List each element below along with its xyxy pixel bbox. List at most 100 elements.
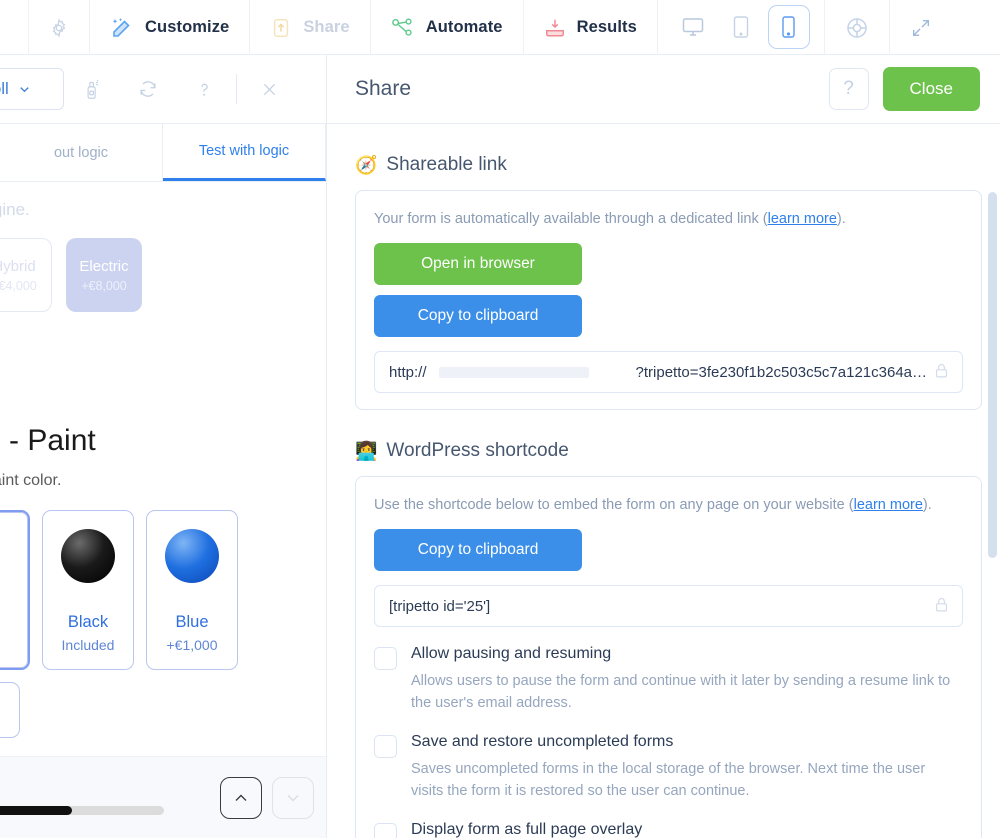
engine-options: Hybrid +€4,000 Electric +€8,000 (0, 238, 326, 312)
shareable-link-note-before: Your form is automatically available thr… (374, 211, 768, 227)
shareable-link-learn-more[interactable]: learn more (768, 211, 837, 227)
form-preview-panel: roll (0, 55, 326, 838)
black-swatch-icon (61, 529, 115, 583)
device-switcher (658, 0, 825, 54)
lock-icon (933, 362, 950, 383)
lifebuoy-icon (845, 16, 869, 40)
copy-shortcode-button[interactable]: Copy to clipboard (374, 529, 582, 571)
paint-option-partial[interactable] (0, 510, 30, 670)
shareable-link-card: Your form is automatically available thr… (355, 190, 982, 410)
magic-wand-icon (110, 16, 134, 40)
share-scrollbar-thumb[interactable] (988, 192, 997, 558)
paint-option-black-price: Included (61, 637, 115, 653)
option-full-page-overlay-text: Display form as full page overlay (411, 821, 642, 838)
engine-option-electric-label: Electric (79, 257, 129, 275)
toolbar-settings-button[interactable] (28, 0, 90, 55)
preview-refresh-button[interactable] (120, 68, 176, 110)
paint-option-extra[interactable] (0, 682, 20, 738)
toolbar-tab-automate[interactable]: Automate (371, 0, 524, 55)
engine-option-electric[interactable]: Electric +€8,000 (66, 238, 142, 312)
option-save-restore-desc: Saves uncompleted forms in the local sto… (411, 760, 926, 800)
preview-tabs: out logic Test with logic (0, 124, 326, 182)
toolbar-tab-share[interactable]: Share (250, 0, 371, 55)
chevron-up-icon (235, 794, 247, 801)
checkbox-allow-pausing[interactable] (374, 647, 397, 670)
app-root: Customize Share Automate Results ll out … (0, 0, 1000, 838)
engine-option-hybrid-price: +€4,000 (0, 278, 37, 293)
device-desktop-button[interactable] (672, 5, 714, 49)
paint-option-black-label: Black (67, 613, 109, 631)
wordpress-note-before: Use the shortcode below to embed the for… (374, 497, 854, 513)
wordpress-shortcode-note: Use the shortcode below to embed the for… (374, 497, 963, 513)
wordpress-shortcode-heading: 👩‍💻 WordPress shortcode (355, 440, 982, 462)
preview-prev-button[interactable] (220, 776, 262, 819)
wordpress-shortcode-heading-label: WordPress shortcode (386, 440, 569, 461)
shortcode-field[interactable]: [tripetto id='25'] (374, 585, 963, 627)
preview-tab-without-logic[interactable]: out logic (0, 124, 163, 181)
preview-question-title: 3 - Paint (0, 424, 96, 457)
preview-mode-label: roll (0, 79, 9, 98)
toolbar-expand-button[interactable] (890, 0, 952, 55)
wordpress-learn-more-link[interactable]: learn more (854, 497, 923, 513)
preview-close-button[interactable] (241, 68, 297, 110)
results-inbox-icon (544, 17, 566, 39)
toolbar-tab-results[interactable]: Results (524, 0, 658, 55)
toolbar-label-customize: Customize (145, 18, 230, 36)
preview-help-button[interactable] (176, 68, 232, 110)
paint-option-blue-price: +€1,000 (166, 637, 218, 653)
compass-icon: 🧭 (355, 155, 378, 175)
preview-body: engine. Hybrid +€4,000 Electric +€8,000 … (0, 182, 326, 838)
option-save-restore-label: Save and restore uncompleted forms (411, 732, 674, 750)
gear-icon (49, 17, 69, 38)
engine-option-hybrid[interactable]: Hybrid +€4,000 (0, 238, 52, 312)
toolbar-label-results: Results (576, 18, 637, 36)
question-icon: ? (843, 78, 854, 99)
shareable-link-field[interactable]: http:// ?tripetto=3fe230f1b2c503c5c7a121… (374, 351, 963, 393)
share-header: Share ? Close (327, 55, 1000, 124)
paint-option-blue[interactable]: Blue +€1,000 (146, 510, 238, 670)
shortcode-value: [tripetto id='25'] (389, 597, 491, 615)
option-allow-pausing[interactable]: Allow pausing and resuming Allows users … (374, 645, 963, 715)
shareable-link-note: Your form is automatically available thr… (374, 211, 963, 227)
device-mobile-button[interactable] (767, 5, 810, 49)
blue-swatch-icon (165, 529, 219, 583)
shareable-link-query: ?tripetto=3fe230f1b2c503c5c7a121c364a… (635, 363, 927, 381)
share-title: Share (355, 77, 412, 100)
paint-option-black[interactable]: Black Included (42, 510, 134, 670)
expand-arrows-icon (910, 17, 932, 39)
copy-link-button[interactable]: Copy to clipboard (374, 295, 582, 337)
preview-progress-track (0, 805, 164, 815)
checkbox-save-restore[interactable] (374, 734, 397, 758)
toolbar-tab-customize[interactable]: Customize (90, 0, 251, 55)
paint-color-options: Black Included Blue +€1,000 (0, 510, 326, 670)
toolbar-left-spacer (0, 0, 28, 54)
toolbar-help-button[interactable] (825, 0, 890, 55)
share-close-button[interactable]: Close (882, 67, 980, 111)
device-tablet-button[interactable] (720, 5, 762, 49)
share-scroll-area[interactable]: 🧭 Shareable link Your form is automatica… (327, 124, 1000, 838)
preview-progress-label: ed (0, 781, 220, 796)
option-full-page-overlay[interactable]: Display form as full page overlay (374, 821, 963, 838)
checkbox-full-page-overlay[interactable] (374, 822, 397, 838)
engine-option-hybrid-label: Hybrid (0, 257, 36, 275)
preview-next-button[interactable] (272, 776, 314, 819)
open-in-browser-button[interactable]: Open in browser (374, 243, 582, 285)
option-full-page-overlay-label: Display form as full page overlay (411, 820, 643, 838)
preview-faded-text: engine. (0, 200, 30, 219)
preview-spray-test-button[interactable] (64, 68, 120, 110)
shareable-link-heading-label: Shareable link (386, 154, 507, 175)
preview-tab-with-logic-label: Test with logic (198, 143, 290, 159)
top-toolbar: Customize Share Automate Results (0, 0, 1000, 55)
share-upload-icon (270, 17, 292, 39)
preview-mode-select[interactable]: roll (0, 68, 64, 110)
chevron-down-icon (287, 794, 299, 801)
preview-tab-with-logic[interactable]: Test with logic (163, 124, 326, 181)
toolbar-label-automate: Automate (425, 18, 503, 36)
technologist-icon: 👩‍💻 (355, 441, 378, 461)
option-save-restore[interactable]: Save and restore uncompleted forms Saves… (374, 733, 963, 803)
preview-toolbar: roll (0, 55, 326, 124)
preview-footer: ed (0, 756, 326, 838)
paint-option-blue-label: Blue (175, 613, 209, 631)
share-help-button[interactable]: ? (828, 68, 869, 110)
automate-nodes-icon (391, 17, 415, 39)
